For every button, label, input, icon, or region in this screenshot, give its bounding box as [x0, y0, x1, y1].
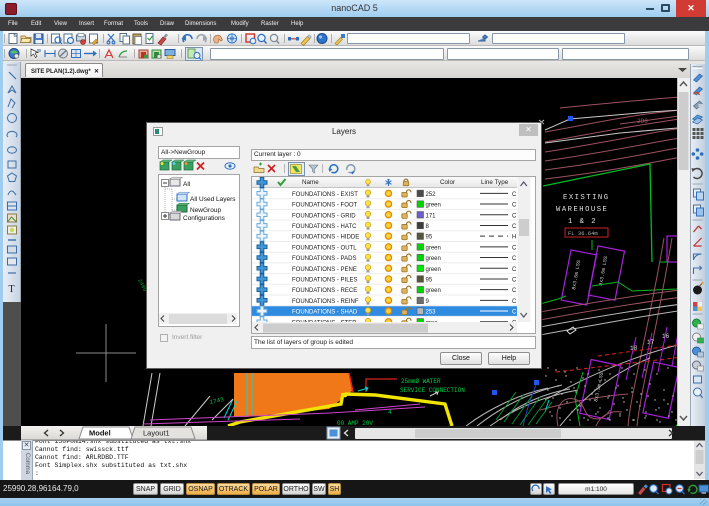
svg-text:green: green — [426, 256, 441, 262]
svg-text:1743: 1743 — [209, 396, 225, 406]
svg-text:FOUNDATIONS - OUTL: FOUNDATIONS - OUTL — [292, 245, 357, 251]
svg-text:C: C — [512, 245, 517, 251]
svg-text:C: C — [512, 213, 517, 219]
svg-text:C: C — [512, 277, 517, 283]
svg-text:green: green — [426, 267, 441, 273]
svg-text:EXISTING: EXISTING — [563, 194, 610, 202]
svg-text:C: C — [512, 310, 517, 316]
svg-text:C: C — [512, 299, 517, 305]
svg-text:C: C — [512, 288, 517, 294]
svg-text:FOUNDATIONS - HATC: FOUNDATIONS - HATC — [292, 224, 357, 230]
svg-text:8x3.5m LSS: 8x3.5m LSS — [571, 260, 582, 291]
svg-text:FOUNDATIONS - HIDDE: FOUNDATIONS - HIDDE — [292, 235, 359, 241]
svg-text:FOUNDATIONS - STEP: FOUNDATIONS - STEP — [292, 320, 356, 322]
svg-text:green: green — [426, 245, 441, 251]
svg-text:FOUNDATIONS - RECE: FOUNDATIONS - RECE — [292, 288, 357, 294]
svg-text:4: 4 — [388, 409, 392, 416]
svg-text:NewGroup: NewGroup — [190, 207, 221, 214]
svg-text:290: 290 — [637, 118, 648, 125]
svg-text:FOUNDATIONS - REINF: FOUNDATIONS - REINF — [292, 299, 359, 305]
svg-text:green: green — [426, 288, 441, 294]
svg-text:FOUNDATIONS - SHAD: FOUNDATIONS - SHAD — [292, 310, 358, 316]
svg-text:All Used Layers: All Used Layers — [190, 196, 236, 203]
svg-text:95: 95 — [426, 277, 433, 283]
svg-text:FOUNDATIONS - FOOT: FOUNDATIONS - FOOT — [292, 203, 358, 209]
svg-text:8x3.5m LSS: 8x3.5m LSS — [593, 372, 605, 403]
svg-text:All: All — [183, 181, 191, 188]
svg-text:C: C — [512, 320, 517, 322]
svg-text:252: 252 — [426, 192, 437, 198]
svg-text:Model: Model — [89, 429, 111, 438]
svg-text:Layout1: Layout1 — [143, 429, 170, 438]
svg-text:Configurations: Configurations — [183, 215, 226, 222]
svg-text:C: C — [512, 267, 517, 273]
svg-text:gree: gree — [426, 320, 439, 322]
svg-text:9: 9 — [426, 299, 430, 305]
svg-text:95: 95 — [426, 235, 433, 241]
svg-text:T: T — [9, 284, 15, 295]
svg-text:8: 8 — [426, 224, 430, 230]
svg-text:FL 36.64m: FL 36.64m — [568, 230, 598, 237]
svg-text:253: 253 — [426, 310, 437, 316]
svg-text:C: C — [512, 192, 517, 198]
svg-text:SERVICE CONNECTION: SERVICE CONNECTION — [400, 387, 465, 394]
svg-text:C: C — [512, 203, 517, 209]
svg-text:8x3.5m LSS: 8x3.5m LSS — [598, 256, 609, 287]
svg-text:171: 171 — [426, 213, 437, 219]
svg-text:WAREHOUSE: WAREHOUSE — [556, 206, 608, 214]
svg-text:FOUNDATIONS - PILES: FOUNDATIONS - PILES — [292, 277, 358, 283]
svg-text:1 & 2: 1 & 2 — [568, 218, 597, 226]
svg-text:green: green — [426, 203, 441, 209]
svg-text:25mmØ WATER: 25mmØ WATER — [401, 378, 441, 385]
svg-text:FOUNDATIONS - PENE: FOUNDATIONS - PENE — [292, 267, 357, 273]
svg-text:C: C — [512, 224, 517, 230]
svg-text:FOUNDATIONS - PADS: FOUNDATIONS - PADS — [292, 256, 356, 262]
svg-text:C: C — [512, 256, 517, 262]
svg-text:FOUNDATIONS - GRID: FOUNDATIONS - GRID — [292, 213, 356, 219]
svg-text:H: H — [512, 235, 516, 241]
svg-text:FOUNDATIONS - EXIST: FOUNDATIONS - EXIST — [292, 192, 358, 198]
